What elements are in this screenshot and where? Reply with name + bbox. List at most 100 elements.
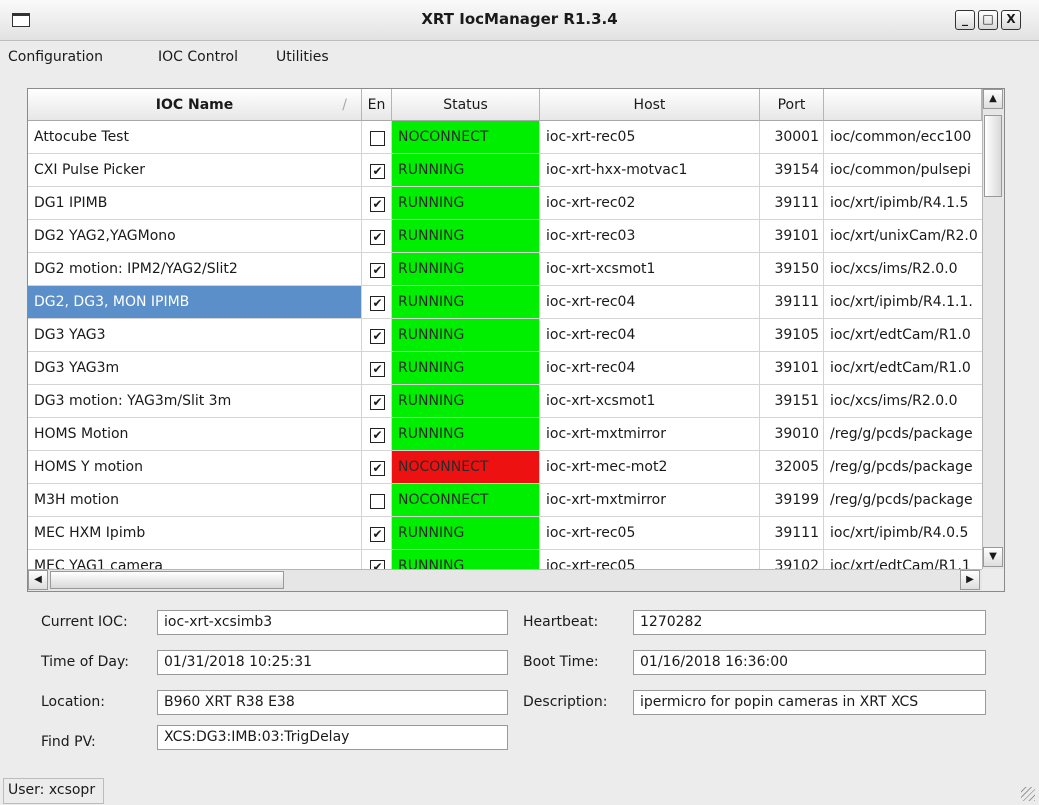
- status-cell[interactable]: RUNNING: [392, 517, 540, 550]
- status-cell[interactable]: RUNNING: [392, 319, 540, 352]
- time-of-day-field[interactable]: 01/31/2018 10:25:31: [157, 650, 508, 675]
- menu-ioc-control[interactable]: IOC Control: [158, 49, 238, 65]
- status-cell[interactable]: RUNNING: [392, 352, 540, 385]
- table-row[interactable]: HOMS Motion ✔ RUNNING ioc-xrt-mxtmirror 3901…: [28, 418, 1004, 451]
- table-row[interactable]: DG3 YAG3m ✔ RUNNING ioc-xrt-rec04 39101 ioc/x…: [28, 352, 1004, 385]
- host-cell[interactable]: ioc-xrt-xcsmot1: [540, 253, 760, 286]
- column-header-en[interactable]: En: [362, 89, 392, 121]
- enable-cell[interactable]: ✔: [362, 286, 392, 319]
- table-row[interactable]: DG2 motion: IPM2/YAG2/Slit2 ✔ RUNNING ioc-x…: [28, 253, 1004, 286]
- directory-cell[interactable]: ioc/xcs/ims/R2.0.0: [824, 385, 1004, 418]
- column-header-directory[interactable]: [824, 89, 982, 121]
- column-header-status[interactable]: Status: [392, 89, 540, 121]
- enable-checkbox[interactable]: ✔: [370, 263, 385, 278]
- ioc-name-cell[interactable]: DG3 YAG3m: [28, 352, 362, 385]
- ioc-name-cell[interactable]: HOMS Y motion: [28, 451, 362, 484]
- close-button[interactable]: X: [1001, 10, 1021, 30]
- enable-cell[interactable]: ✔: [362, 220, 392, 253]
- table-row[interactable]: M3H motion NOCONNECT ioc-xrt-mxtmirror 3919…: [28, 484, 1004, 517]
- directory-cell[interactable]: ioc/xrt/edtCam/R1.0: [824, 319, 1004, 352]
- directory-cell[interactable]: ioc/xrt/ipimb/R4.1.5: [824, 187, 1004, 220]
- status-cell[interactable]: RUNNING: [392, 253, 540, 286]
- port-cell[interactable]: 39010: [760, 418, 824, 451]
- directory-cell[interactable]: /reg/g/pcds/package: [824, 484, 1004, 517]
- port-cell[interactable]: 39111: [760, 517, 824, 550]
- title-bar[interactable]: XRT IocManager R1.3.4 _ □ X: [0, 0, 1039, 41]
- horizontal-scroll-thumb[interactable]: [50, 571, 284, 589]
- enable-checkbox[interactable]: ✔: [370, 362, 385, 377]
- enable-checkbox[interactable]: ✔: [370, 428, 385, 443]
- column-header-port[interactable]: Port: [760, 89, 824, 121]
- port-cell[interactable]: 30001: [760, 121, 824, 154]
- resize-grip-icon[interactable]: [1021, 787, 1035, 801]
- port-cell[interactable]: 39105: [760, 319, 824, 352]
- enable-checkbox[interactable]: [370, 131, 385, 146]
- directory-cell[interactable]: ioc/common/ecc100: [824, 121, 1004, 154]
- directory-cell[interactable]: /reg/g/pcds/package: [824, 451, 1004, 484]
- port-cell[interactable]: 39101: [760, 352, 824, 385]
- table-row[interactable]: Attocube Test NOCONNECT ioc-xrt-rec05 30001…: [28, 121, 1004, 154]
- host-cell[interactable]: ioc-xrt-rec04: [540, 286, 760, 319]
- maximize-button[interactable]: □: [978, 10, 998, 30]
- enable-checkbox[interactable]: ✔: [370, 197, 385, 212]
- table-row[interactable]: CXI Pulse Picker ✔ RUNNING ioc-xrt-hxx-motv…: [28, 154, 1004, 187]
- directory-cell[interactable]: ioc/common/pulsepi: [824, 154, 1004, 187]
- port-cell[interactable]: 39154: [760, 154, 824, 187]
- port-cell[interactable]: 39111: [760, 187, 824, 220]
- ioc-name-cell[interactable]: CXI Pulse Picker: [28, 154, 362, 187]
- table-row[interactable]: DG1 IPIMB ✔ RUNNING ioc-xrt-rec02 39111 ioc/x…: [28, 187, 1004, 220]
- directory-cell[interactable]: ioc/xcs/ims/R2.0.0: [824, 253, 1004, 286]
- directory-cell[interactable]: ioc/xrt/unixCam/R2.0: [824, 220, 1004, 253]
- status-cell[interactable]: RUNNING: [392, 418, 540, 451]
- column-header-ioc-name[interactable]: IOC Name /: [28, 89, 362, 121]
- current-ioc-field[interactable]: ioc-xrt-xcsimb3: [157, 610, 508, 635]
- scroll-up-icon[interactable]: ▲: [983, 89, 1003, 109]
- table-row[interactable]: DG3 motion: YAG3m/Slit 3m ✔ RUNNING ioc-xrt…: [28, 385, 1004, 418]
- host-cell[interactable]: ioc-xrt-rec02: [540, 187, 760, 220]
- column-header-host[interactable]: Host: [540, 89, 760, 121]
- horizontal-scrollbar[interactable]: ◀ ▶: [28, 569, 982, 591]
- port-cell[interactable]: 39111: [760, 286, 824, 319]
- enable-cell[interactable]: ✔: [362, 352, 392, 385]
- enable-checkbox[interactable]: ✔: [370, 230, 385, 245]
- host-cell[interactable]: ioc-xrt-hxx-motvac1: [540, 154, 760, 187]
- directory-cell[interactable]: ioc/xrt/ipimb/R4.1.1.: [824, 286, 1004, 319]
- boot-time-field[interactable]: 01/16/2018 16:36:00: [633, 650, 986, 675]
- table-row[interactable]: DG2, DG3, MON IPIMB ✔ RUNNING ioc-xrt-rec04…: [28, 286, 1004, 319]
- table-row[interactable]: HOMS Y motion ✔ NOCONNECT ioc-xrt-mec-mot2 3…: [28, 451, 1004, 484]
- host-cell[interactable]: ioc-xrt-rec03: [540, 220, 760, 253]
- enable-cell[interactable]: ✔: [362, 154, 392, 187]
- enable-checkbox[interactable]: ✔: [370, 164, 385, 179]
- enable-checkbox[interactable]: ✔: [370, 329, 385, 344]
- host-cell[interactable]: ioc-xrt-rec05: [540, 121, 760, 154]
- ioc-name-cell[interactable]: Attocube Test: [28, 121, 362, 154]
- enable-cell[interactable]: ✔: [362, 187, 392, 220]
- enable-cell[interactable]: ✔: [362, 319, 392, 352]
- ioc-name-cell[interactable]: DG2 motion: IPM2/YAG2/Slit2: [28, 253, 362, 286]
- status-cell[interactable]: RUNNING: [392, 220, 540, 253]
- status-cell[interactable]: RUNNING: [392, 187, 540, 220]
- scroll-right-icon[interactable]: ▶: [960, 570, 980, 590]
- enable-cell[interactable]: ✔: [362, 385, 392, 418]
- enable-cell[interactable]: [362, 121, 392, 154]
- host-cell[interactable]: ioc-xrt-mxtmirror: [540, 418, 760, 451]
- table-row[interactable]: MEC HXM Ipimb ✔ RUNNING ioc-xrt-rec05 39111 i…: [28, 517, 1004, 550]
- ioc-name-cell[interactable]: HOMS Motion: [28, 418, 362, 451]
- port-cell[interactable]: 39101: [760, 220, 824, 253]
- enable-checkbox[interactable]: ✔: [370, 527, 385, 542]
- table-row[interactable]: DG3 YAG3 ✔ RUNNING ioc-xrt-rec04 39105 ioc/xr…: [28, 319, 1004, 352]
- enable-cell[interactable]: ✔: [362, 418, 392, 451]
- directory-cell[interactable]: /reg/g/pcds/package: [824, 418, 1004, 451]
- port-cell[interactable]: 39199: [760, 484, 824, 517]
- enable-checkbox[interactable]: ✔: [370, 395, 385, 410]
- port-cell[interactable]: 32005: [760, 451, 824, 484]
- status-cell[interactable]: RUNNING: [392, 154, 540, 187]
- enable-cell[interactable]: ✔: [362, 517, 392, 550]
- directory-cell[interactable]: ioc/xrt/ipimb/R4.0.5: [824, 517, 1004, 550]
- ioc-name-cell[interactable]: DG3 YAG3: [28, 319, 362, 352]
- vertical-scrollbar[interactable]: ▲ ▼: [982, 89, 1004, 569]
- scroll-left-icon[interactable]: ◀: [28, 570, 48, 590]
- scroll-down-icon[interactable]: ▼: [983, 547, 1003, 567]
- enable-cell[interactable]: ✔: [362, 253, 392, 286]
- host-cell[interactable]: ioc-xrt-rec04: [540, 319, 760, 352]
